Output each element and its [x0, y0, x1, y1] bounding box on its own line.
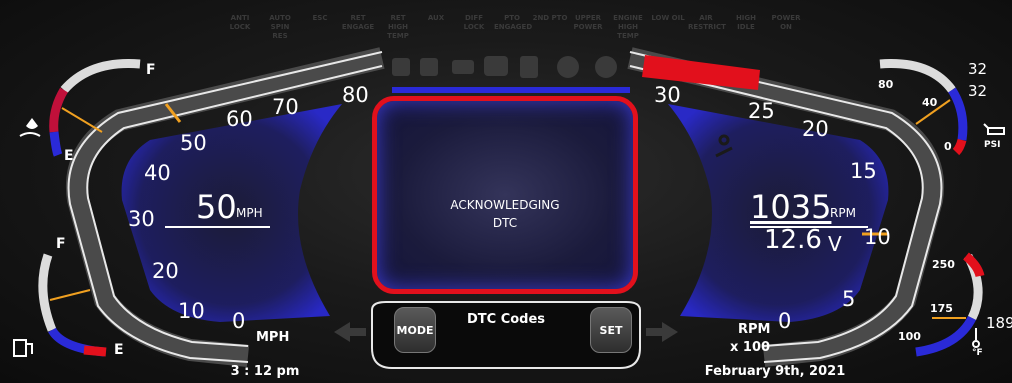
warning-label-auto-spin-res: AUTO SPIN RES [269, 14, 291, 40]
speed-unit-label: MPH [256, 330, 290, 345]
warning-icon-row [392, 56, 617, 78]
warning-label-anti-lock: ANTI LOCK [229, 14, 251, 31]
warning-label-air-restrict: AIR RESTRICT [688, 14, 726, 31]
fuel-pump-icon [13, 339, 33, 357]
def-full-label: F [146, 62, 156, 78]
coolant-unit-label: °F [972, 348, 983, 358]
clock-time: 3 : 12 pm [230, 364, 300, 379]
coolant-mid-label: 175 [930, 302, 953, 315]
rpm-tick-25: 25 [748, 99, 775, 123]
menu-title: DTC Codes [466, 312, 546, 327]
oil-gauge-arc-red [952, 138, 967, 156]
warning-label-upper-power: UPPER POWER [573, 14, 603, 31]
warning-label-pto-engaged: PTO ENGAGED [494, 14, 533, 31]
mode-button[interactable]: MODE [394, 307, 436, 353]
message-line-1: ACKNOWLEDGING [450, 198, 560, 212]
rpm-tick-15: 15 [850, 159, 877, 183]
oil-unit-label: PSI [984, 140, 1001, 150]
instrument-cluster: ANTI LOCK AUTO SPIN RES ESC RET ENGAGE R… [0, 0, 1012, 383]
speed-tick-50: 50 [180, 131, 207, 155]
oil-low-label: 0 [944, 140, 952, 153]
coolant-low-label: 100 [898, 330, 921, 343]
date-display: February 9th, 2021 [704, 364, 846, 379]
rpm-unit-label: RPM [738, 322, 771, 337]
fuel-gauge-arc-white [38, 253, 57, 332]
fuel-gauge-arc-red [83, 345, 107, 357]
warning-label-engine-high-temp: ENGINE HIGH TEMP [613, 14, 643, 40]
coolant-gauge-arc-blue [915, 315, 977, 357]
rpm-tick-5: 5 [842, 287, 856, 311]
speed-tick-80: 80 [342, 83, 369, 107]
warning-label-2nd-pto: 2ND PTO [532, 14, 568, 22]
speed-tick-30: 30 [128, 207, 155, 231]
def-gauge-arc-white [60, 59, 141, 94]
oil-mid-label: 40 [922, 96, 938, 109]
rpm-multiplier-label: x 100 [730, 340, 771, 355]
def-fluid-icon [19, 118, 41, 137]
coolant-reading: 189 [986, 314, 1012, 332]
rpm-tick-0: 0 [778, 309, 792, 333]
rpm-value-unit: RPM [830, 206, 856, 220]
warning-label-high-idle: HIGH IDLE [735, 14, 757, 31]
oil-reading-echo: 32 [968, 82, 988, 100]
speed-tick-10: 10 [178, 299, 205, 323]
rpm-tick-10: 10 [864, 225, 891, 249]
rpm-value: 1035 [750, 188, 832, 226]
warning-label-esc: ESC [312, 14, 328, 22]
warning-label-aux: AUX [427, 14, 445, 22]
warning-label-power-on: POWER ON [771, 14, 801, 31]
warning-label-ret-engage: RET ENGAGE [341, 14, 375, 31]
warning-label-diff-lock: DIFF LOCK [463, 14, 485, 31]
left-arrow-icon [334, 322, 366, 342]
rpm-tick-20: 20 [802, 117, 829, 141]
message-line-2: DTC [492, 216, 518, 230]
def-needle [61, 107, 103, 133]
voltage-value: 12.6 [764, 225, 822, 255]
oil-reading: 32 [968, 60, 988, 78]
right-arrow-icon [646, 322, 678, 342]
speed-tick-60: 60 [226, 107, 253, 131]
speed-value-unit: MPH [236, 206, 263, 220]
thermometer-icon [972, 328, 980, 348]
def-empty-label: E [64, 148, 74, 164]
warning-label-low-oil: LOW OIL [651, 14, 685, 22]
fuel-full-label: F [56, 236, 66, 252]
speed-tick-0: 0 [232, 309, 246, 333]
speed-tick-40: 40 [144, 161, 171, 185]
speed-tick-20: 20 [152, 259, 179, 283]
oil-can-icon [983, 123, 1005, 135]
coolant-high-label: 250 [932, 258, 955, 271]
speed-value: 50 [196, 188, 237, 226]
warning-label-ret-high-temp: RET HIGH TEMP [387, 14, 409, 40]
voltage-unit: V [828, 232, 842, 256]
speed-tick-70: 70 [272, 95, 299, 119]
def-gauge-arc-red [49, 87, 68, 133]
oil-high-label: 80 [878, 78, 894, 91]
def-gauge-arc-blue [49, 131, 63, 157]
oil-gauge-arc-blue [948, 87, 968, 141]
fuel-empty-label: E [114, 342, 124, 358]
center-display: ACKNOWLEDGING DTC [372, 96, 638, 294]
set-button[interactable]: SET [590, 307, 632, 353]
rpm-tick-30: 30 [654, 83, 681, 107]
fuel-needle [49, 289, 91, 301]
